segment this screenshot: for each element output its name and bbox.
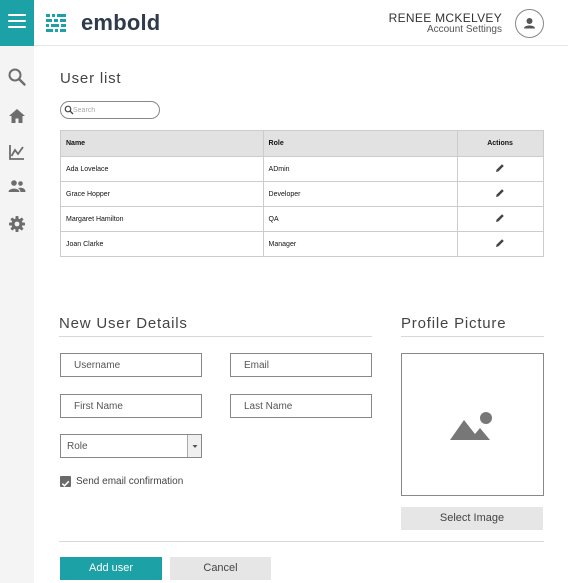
menu-button[interactable] [0,0,34,46]
table-header-row: Name Role Actions [60,130,544,157]
edit-icon[interactable] [495,213,505,223]
menu-icon [8,14,26,16]
user-role-cell: QA [262,206,459,232]
add-user-button[interactable]: Add user [60,557,162,580]
image-icon [450,412,492,440]
logo-icon [46,14,66,32]
search-input[interactable] [73,103,157,117]
users-icon[interactable] [7,176,27,196]
user-name-cell: Ada Lovelace [60,156,264,182]
avatar[interactable] [515,9,544,38]
last-name-field[interactable] [230,394,372,418]
checkmark-icon [61,480,70,487]
username-field[interactable] [60,353,202,377]
email-field[interactable] [230,353,372,377]
column-header-actions: Actions [457,130,544,157]
column-header-role[interactable]: Role [262,130,459,157]
new-user-details-title: New User Details [59,315,188,332]
search-icon[interactable] [7,67,27,87]
profile-picture-title: Profile Picture [401,315,507,332]
brand-name: embold [81,10,161,35]
send-email-checkbox[interactable] [60,476,71,487]
role-select-value: Role [67,441,88,452]
actions-cell [457,231,544,257]
send-email-label[interactable]: Send email confirmation [76,476,183,487]
edit-icon[interactable] [495,188,505,198]
user-name[interactable]: RENEE MCKELVEY [389,11,502,25]
table-row: Grace Hopper Developer [60,181,544,207]
chart-icon[interactable] [7,142,27,162]
top-header: embold RENEE MCKELVEY Account Settings [34,0,568,46]
column-header-name[interactable]: Name [60,130,264,157]
search-box[interactable] [60,101,160,119]
section-divider [59,336,372,337]
cancel-button[interactable]: Cancel [170,557,271,580]
user-name-cell: Joan Clarke [60,231,264,257]
actions-cell [457,181,544,207]
user-icon [524,18,535,29]
gear-icon[interactable] [7,214,27,234]
table-row: Joan Clarke Manager [60,231,544,257]
section-divider [401,336,544,337]
user-name-cell: Grace Hopper [60,181,264,207]
home-icon[interactable] [7,106,27,126]
edit-icon[interactable] [495,238,505,248]
chevron-down-icon [192,445,198,448]
first-name-field[interactable] [60,394,202,418]
actions-cell [457,156,544,182]
role-select[interactable]: Role [60,434,202,458]
table-row: Ada Lovelace ADmin [60,156,544,182]
user-name-cell: Margaret Hamilton [60,206,264,232]
footer-divider [59,541,544,542]
edit-icon[interactable] [495,163,505,173]
user-list-title: User list [60,70,122,87]
profile-picture-placeholder [401,353,544,496]
dropdown-button[interactable] [187,435,201,457]
account-settings-link[interactable]: Account Settings [427,24,502,35]
actions-cell [457,206,544,232]
user-role-cell: Developer [262,181,459,207]
sidebar [0,0,34,583]
user-role-cell: Manager [262,231,459,257]
user-role-cell: ADmin [262,156,459,182]
table-row: Margaret Hamilton QA [60,206,544,232]
user-table: Name Role Actions Ada Lovelace ADmin Gra… [60,130,544,257]
select-image-button[interactable]: Select Image [401,507,543,530]
